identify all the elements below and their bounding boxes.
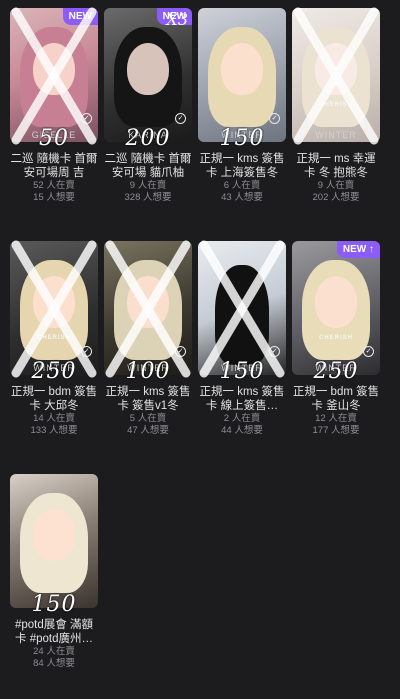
check-icon: ✓ bbox=[269, 113, 280, 124]
photo bbox=[292, 8, 380, 142]
card-thumbnail[interactable]: NEW GISELLE ✓ bbox=[10, 8, 98, 142]
price-handwritten: 100 bbox=[125, 359, 171, 384]
selling-count: 6 人在賣 bbox=[223, 180, 261, 191]
product-card[interactable]: WINTER ✓ 150 正規一 kms 簽售卡 上海簽售冬 6 人在賣 43 … bbox=[198, 8, 286, 233]
card-title[interactable]: 正規一 bdm 簽售卡 釜山冬 bbox=[292, 385, 380, 413]
card-thumbnail[interactable]: WINTER ✓ bbox=[198, 8, 286, 142]
product-card[interactable]: NEW KARINA ✓ X3 200 二巡 隨機卡 首爾安可場 貓爪柚 9 人… bbox=[104, 8, 192, 233]
check-icon: ✓ bbox=[175, 346, 186, 357]
card-thumbnail[interactable]: WINTER ✓ bbox=[104, 241, 192, 375]
card-thumbnail[interactable]: CHERISH WINTER bbox=[292, 8, 380, 142]
selling-count: 12 人在賣 bbox=[315, 413, 357, 424]
card-thumbnail[interactable] bbox=[10, 474, 98, 608]
price-handwritten: 250 bbox=[313, 359, 359, 384]
cherish-label: CHERISH bbox=[318, 102, 353, 108]
card-title[interactable]: 正規一 kms 簽售卡 線上簽售… bbox=[198, 385, 286, 413]
product-card[interactable]: CHERISH WINTER ✓ 250 正規一 bdm 簽售卡 大邱冬 14 … bbox=[10, 240, 98, 466]
photo bbox=[10, 474, 98, 608]
product-card[interactable]: NEW GISELLE ✓ 50 二巡 隨機卡 首爾安可場周 吉 52 人在賣 … bbox=[10, 7, 98, 233]
card-thumbnail[interactable]: CHERISH WINTER ✓ bbox=[10, 241, 98, 375]
price-handwritten: 150 bbox=[31, 592, 77, 617]
card-grid: NEW GISELLE ✓ 50 二巡 隨機卡 首爾安可場周 吉 52 人在賣 … bbox=[10, 7, 396, 699]
product-card[interactable]: 150 #potd展會 滿額卡 #potd廣州… 24 人在賣 84 人想要 bbox=[10, 474, 98, 699]
card-title[interactable]: 二巡 隨機卡 首爾安可場周 吉 bbox=[10, 152, 98, 180]
check-icon: ✓ bbox=[269, 346, 280, 357]
product-card[interactable]: NEW ↑ CHERISH WINTER ✓ 250 正規一 bdm 簽售卡 釜… bbox=[292, 241, 380, 466]
selling-count: 2 人在賣 bbox=[223, 413, 261, 424]
card-title[interactable]: 正規一 ms 幸運卡 冬 抱熊冬 bbox=[292, 152, 380, 180]
quantity-note: X3 bbox=[166, 10, 188, 29]
wanting-count: 202 人想要 bbox=[312, 192, 360, 203]
wanting-count: 177 人想要 bbox=[312, 425, 360, 436]
wanting-count: 43 人想要 bbox=[221, 192, 263, 203]
card-title[interactable]: 二巡 隨機卡 首爾安可場 貓爪柚 bbox=[104, 152, 192, 180]
check-icon: ✓ bbox=[81, 113, 92, 124]
new-badge: NEW bbox=[62, 8, 98, 25]
selling-count: 9 人在賣 bbox=[129, 180, 167, 191]
cherish-label: CHERISH bbox=[318, 335, 353, 341]
card-title[interactable]: 正規一 kms 簽售卡 上海簽售冬 bbox=[198, 152, 286, 180]
selling-count: 5 人在賣 bbox=[129, 413, 167, 424]
selling-count: 52 人在賣 bbox=[33, 180, 75, 191]
wanting-count: 15 人想要 bbox=[33, 192, 75, 203]
price-handwritten: 200 bbox=[125, 126, 171, 151]
price-handwritten: 50 bbox=[39, 126, 69, 151]
price-handwritten: 150 bbox=[219, 126, 265, 151]
selling-count: 9 人在賣 bbox=[317, 180, 355, 191]
wanting-count: 84 人想要 bbox=[33, 658, 75, 669]
card-thumbnail[interactable]: NEW ↑ CHERISH WINTER ✓ bbox=[292, 241, 380, 375]
price-handwritten: 150 bbox=[219, 359, 265, 384]
card-title[interactable]: 正規一 kms 簽售卡 簽售v1冬 bbox=[104, 385, 192, 413]
wanting-count: 133 人想要 bbox=[30, 425, 78, 436]
product-card[interactable]: WINTER ✓ 100 正規一 kms 簽售卡 簽售v1冬 5 人在賣 47 … bbox=[104, 240, 192, 466]
price-handwritten: 250 bbox=[31, 359, 77, 384]
wanting-count: 328 人想要 bbox=[124, 192, 172, 203]
card-title[interactable]: #potd展會 滿額卡 #potd廣州… bbox=[10, 618, 98, 646]
check-icon: ✓ bbox=[175, 113, 186, 124]
card-thumbnail[interactable]: WINTER ✓ bbox=[198, 241, 286, 375]
new-badge: NEW ↑ bbox=[336, 241, 380, 258]
artist-label: WINTER bbox=[315, 130, 357, 140]
cherish-label: CHERISH bbox=[36, 335, 71, 341]
product-card[interactable]: WINTER ✓ 150 正規一 kms 簽售卡 線上簽售… 2 人在賣 44 … bbox=[198, 240, 286, 466]
selling-count: 14 人在賣 bbox=[33, 413, 75, 424]
wanting-count: 47 人想要 bbox=[127, 425, 169, 436]
selling-count: 24 人在賣 bbox=[33, 646, 75, 657]
check-icon: ✓ bbox=[81, 346, 92, 357]
product-card[interactable]: CHERISH WINTER 正規一 ms 幸運卡 冬 抱熊冬 9 人在賣 20… bbox=[292, 7, 380, 233]
check-icon: ✓ bbox=[363, 346, 374, 357]
wanting-count: 44 人想要 bbox=[221, 425, 263, 436]
card-title[interactable]: 正規一 bdm 簽售卡 大邱冬 bbox=[10, 385, 98, 413]
